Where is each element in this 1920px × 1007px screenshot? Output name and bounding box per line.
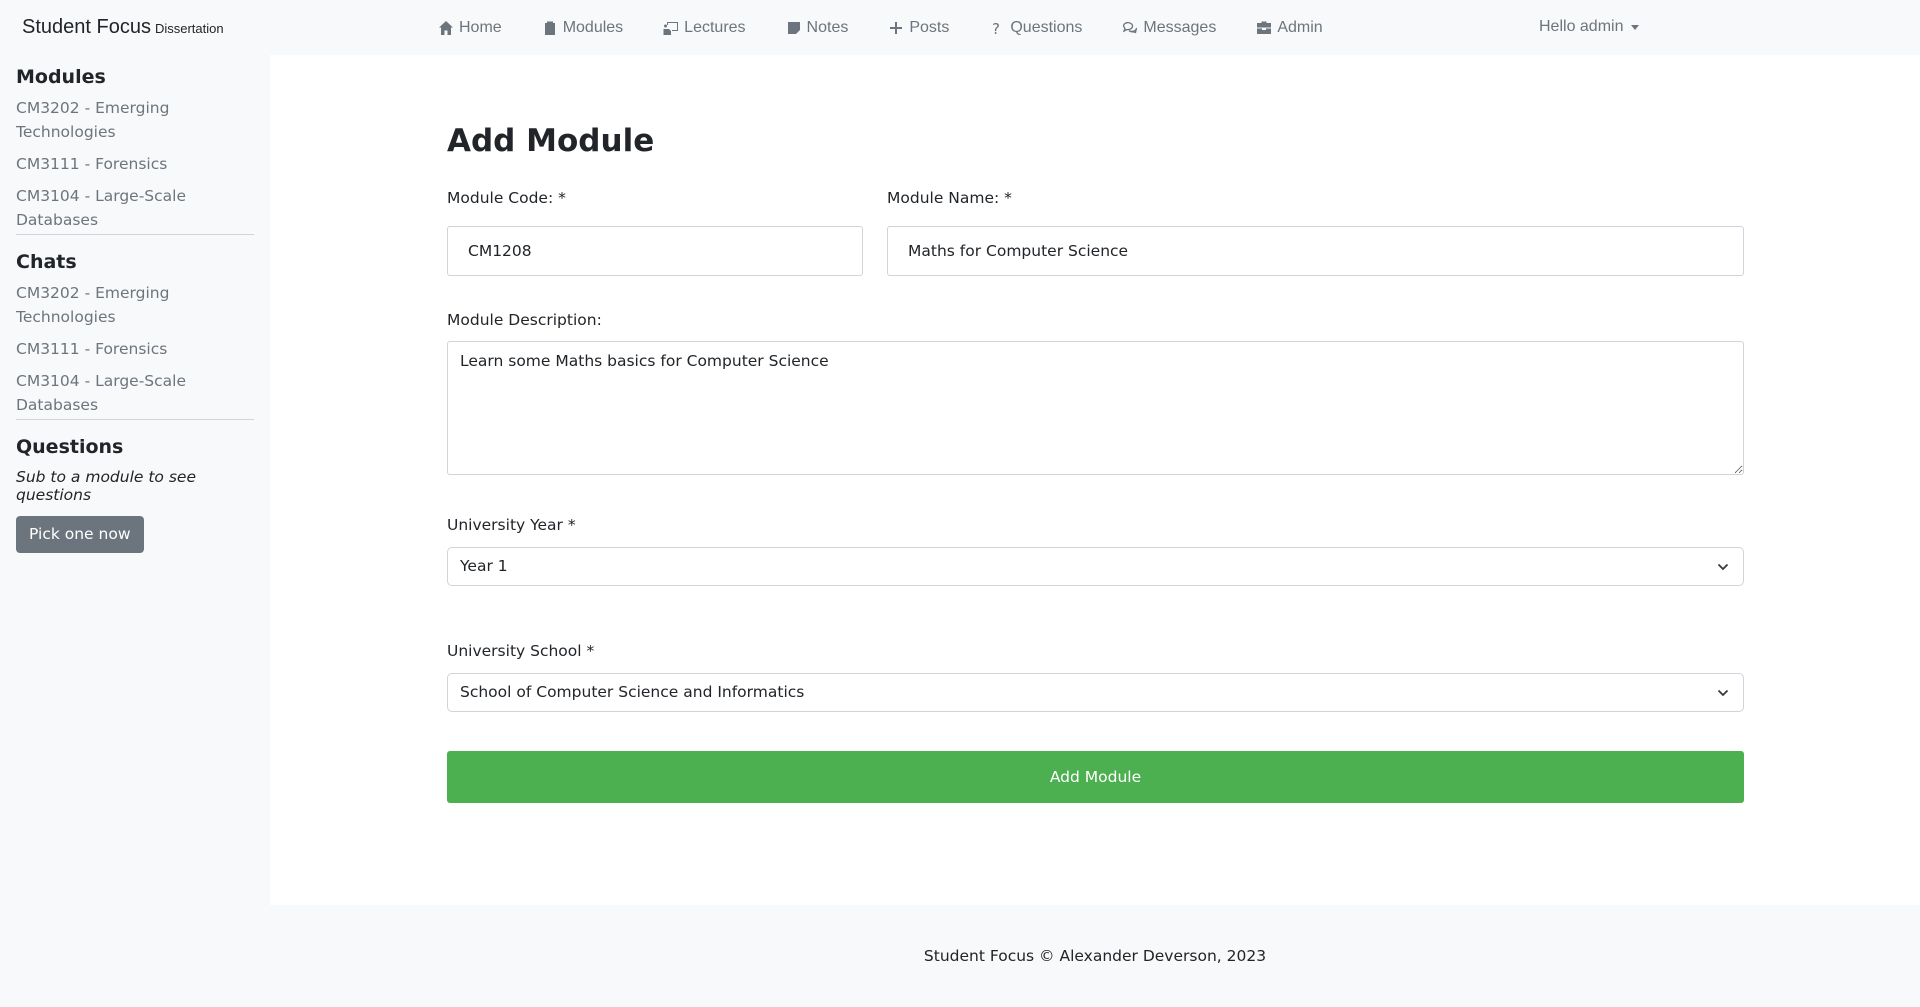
nav-questions[interactable]: ? Questions	[989, 19, 1082, 37]
nav-questions-label: Questions	[1010, 18, 1083, 36]
nav-home[interactable]: Home	[438, 19, 502, 37]
nav-modules-label: Modules	[562, 18, 624, 36]
university-year-label: University Year *	[447, 516, 576, 534]
add-module-submit-button[interactable]: Add Module	[447, 751, 1744, 803]
navbar: Student Focus Dissertation Home Modules L…	[0, 0, 1920, 55]
nav-lectures-label: Lectures	[684, 18, 746, 36]
lecture-icon	[663, 21, 679, 35]
module-code-input[interactable]	[447, 226, 863, 276]
caret-down-icon	[1631, 24, 1640, 30]
sidebar-divider	[16, 419, 254, 420]
module-name-label: Module Name: *	[887, 189, 1012, 207]
user-menu-dropdown[interactable]: Hello admin	[1539, 18, 1640, 36]
university-year-select[interactable]: Year 1	[447, 547, 1744, 586]
module-code-label: Module Code: *	[447, 189, 566, 207]
svg-text:?: ?	[992, 20, 1000, 36]
toolbox-icon	[1257, 21, 1272, 34]
sidebar-modules-heading: Modules	[16, 66, 106, 88]
sidebar-chat-link[interactable]: CM3104 - Large-Scale Databases	[16, 369, 254, 417]
clipboard-icon	[544, 21, 555, 35]
nav-messages-label: Messages	[1143, 18, 1217, 36]
sidebar-questions-note: Sub to a module to see questions	[16, 468, 196, 504]
nav-notes-label: Notes	[806, 18, 849, 36]
sidebar: Modules CM3202 - Emerging Technologies C…	[0, 55, 270, 905]
brand[interactable]: Student Focus Dissertation	[22, 16, 224, 39]
sidebar-chats-section: Chats CM3202 - Emerging Technologies CM3…	[16, 251, 254, 417]
university-school-value: School of Computer Science and Informati…	[460, 683, 805, 701]
module-name-input[interactable]	[887, 226, 1744, 276]
page-title: Add Module	[447, 123, 655, 159]
sidebar-questions-heading: Questions	[16, 436, 124, 458]
pick-one-now-button[interactable]: Pick one now	[16, 516, 144, 553]
module-description-textarea[interactable]: Learn some Maths basics for Computer Sci…	[447, 341, 1744, 475]
sidebar-chats-heading: Chats	[16, 251, 77, 273]
brand-title: Student Focus	[22, 16, 151, 38]
chevron-down-icon	[1717, 689, 1729, 697]
sidebar-questions-section: Questions Sub to a module to see questio…	[16, 436, 254, 504]
sidebar-chat-link[interactable]: CM3111 - Forensics	[16, 337, 254, 361]
user-greeting: Hello admin	[1539, 18, 1624, 35]
university-school-select[interactable]: School of Computer Science and Informati…	[447, 673, 1744, 712]
university-school-label: University School *	[447, 642, 595, 660]
sidebar-chat-link[interactable]: CM3202 - Emerging Technologies	[16, 281, 254, 329]
footer: Student Focus © Alexander Deverson, 2023	[270, 905, 1920, 1007]
question-icon: ?	[992, 20, 1000, 36]
chat-icon	[1123, 21, 1138, 33]
nav-notes[interactable]: Notes	[786, 18, 849, 37]
nav-modules[interactable]: Modules	[542, 19, 623, 37]
nav-home-label: Home	[459, 18, 502, 36]
module-description-label: Module Description:	[447, 311, 602, 329]
brand-subtitle: Dissertation	[154, 21, 224, 36]
nav-lectures[interactable]: Lectures	[663, 18, 746, 37]
sidebar-module-link[interactable]: CM3202 - Emerging Technologies	[16, 96, 254, 144]
nav-messages[interactable]: Messages	[1122, 19, 1216, 37]
home-icon	[439, 20, 453, 35]
plus-icon	[890, 21, 903, 34]
main-content: Add Module Module Code: * Module Name: *…	[270, 55, 1920, 905]
sidebar-module-link[interactable]: CM3111 - Forensics	[16, 152, 254, 176]
sidebar-divider	[16, 234, 254, 235]
main-nav: Home Modules Lectures Notes Posts ? Ques…	[438, 0, 1363, 55]
nav-admin-label: Admin	[1277, 18, 1323, 36]
sidebar-modules-section: Modules CM3202 - Emerging Technologies C…	[16, 66, 254, 232]
footer-copyright: Student Focus © Alexander Deverson, 2023	[923, 947, 1267, 965]
nav-admin[interactable]: Admin	[1256, 18, 1323, 37]
nav-posts-label: Posts	[909, 18, 950, 36]
chevron-down-icon	[1717, 563, 1729, 571]
nav-posts[interactable]: Posts	[888, 19, 949, 37]
note-icon	[787, 21, 800, 34]
university-year-value: Year 1	[460, 557, 508, 575]
sidebar-module-link[interactable]: CM3104 - Large-Scale Databases	[16, 184, 254, 232]
